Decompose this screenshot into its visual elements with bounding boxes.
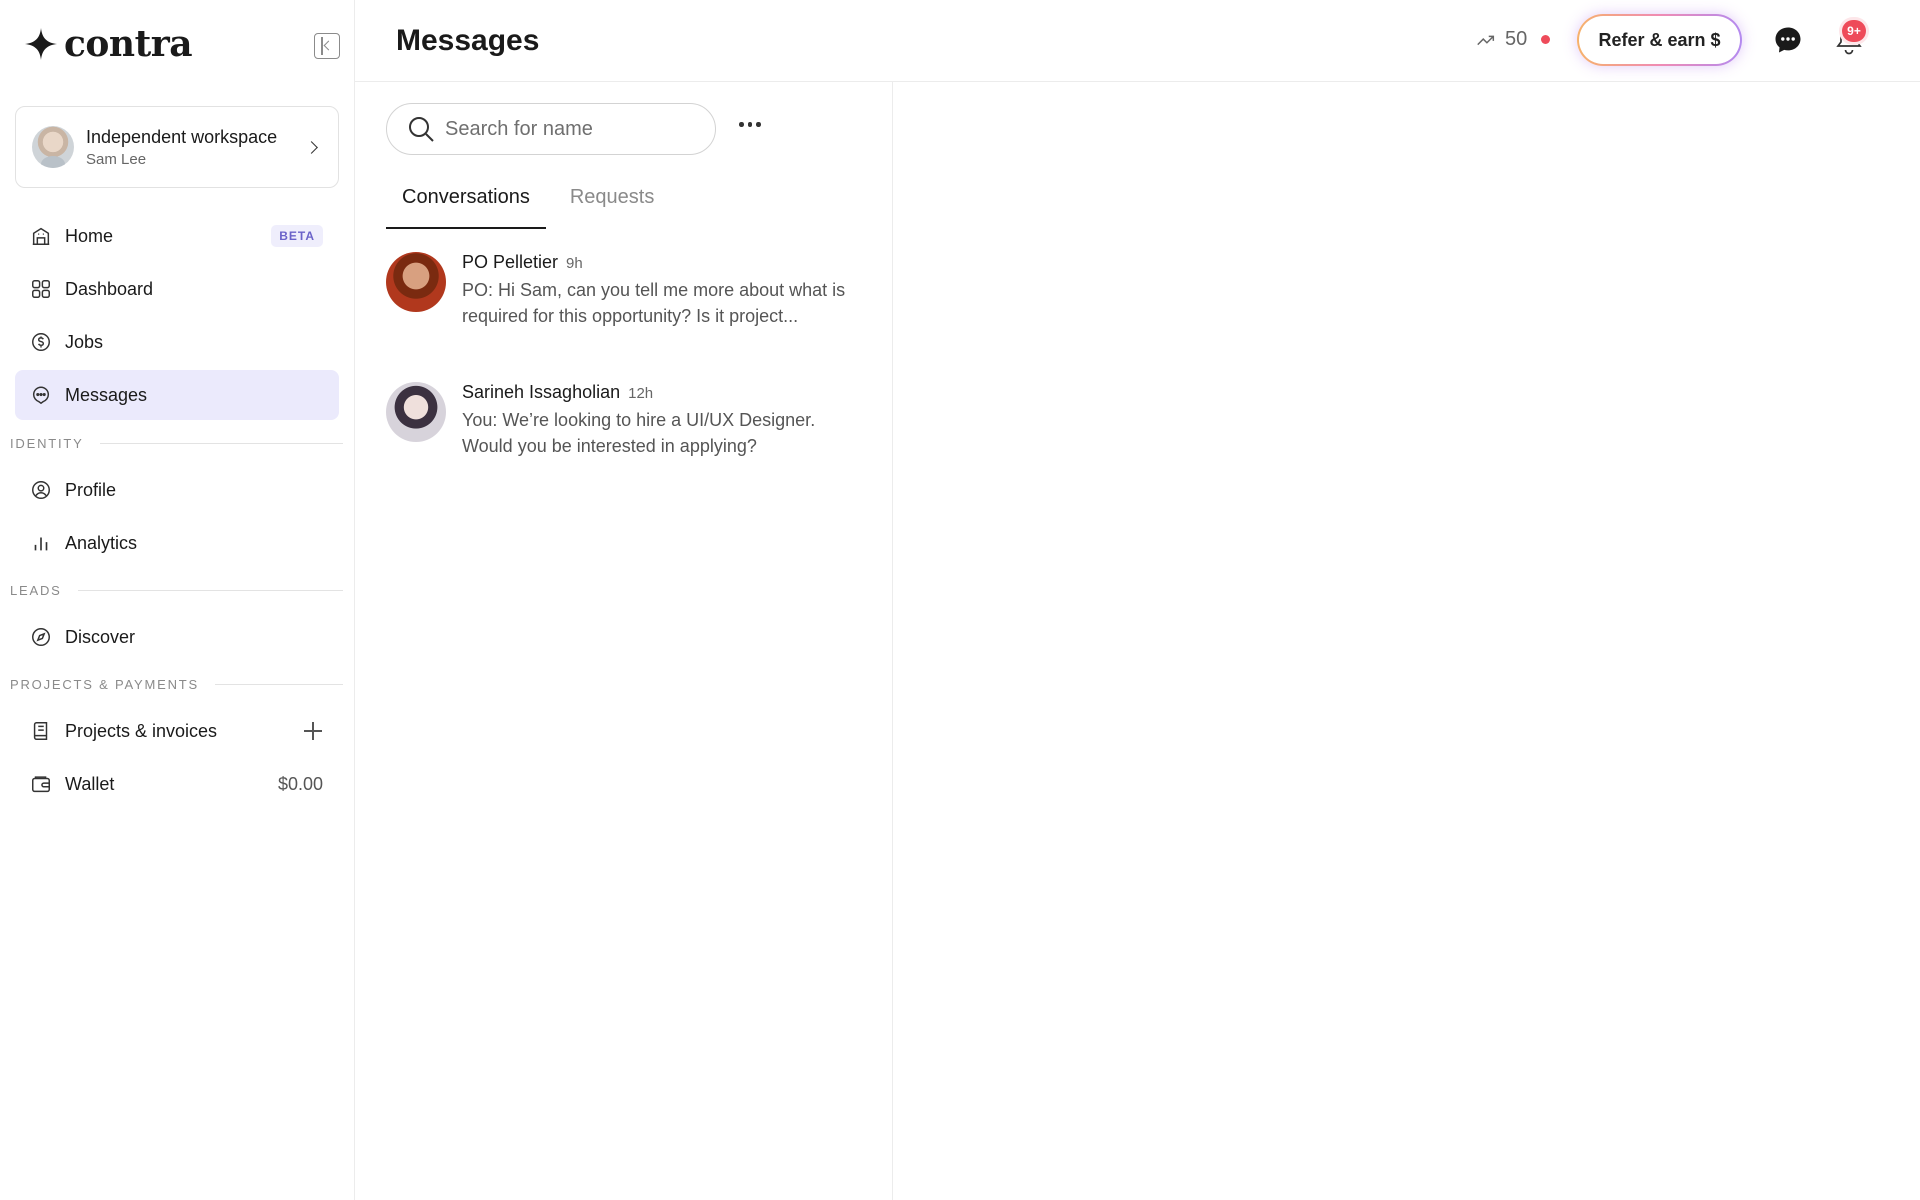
dot xyxy=(739,122,744,127)
collapse-sidebar-icon xyxy=(321,37,323,55)
tab-requests[interactable]: Requests xyxy=(554,178,671,229)
refer-earn-label: Refer & earn $ xyxy=(1579,16,1740,64)
status-dot xyxy=(1541,35,1551,44)
top-header: Messages 50 Refer & earn $ 9+ xyxy=(355,0,1920,82)
conversation-header: PO Pelletier 9h xyxy=(462,252,866,273)
user-circle-icon xyxy=(29,478,53,502)
compass-icon xyxy=(29,625,53,649)
invoice-icon xyxy=(29,719,53,743)
message-preview: You: We’re looking to hire a UI/UX Desig… xyxy=(462,410,816,456)
section-label-identity: IDENTITY xyxy=(10,436,343,451)
message-time: 12h xyxy=(628,385,654,402)
wallet-icon xyxy=(29,772,53,796)
conversations-panel: Conversations Requests PO Pelletier 9h P… xyxy=(355,82,893,1200)
divider xyxy=(99,443,343,444)
sidebar-item-wallet[interactable]: Wallet $0.00 xyxy=(15,759,339,809)
section-title: PROJECTS & PAYMENTS xyxy=(10,677,200,692)
contact-name: Sarineh Issagholian xyxy=(462,382,621,402)
sidebar-item-jobs[interactable]: Jobs xyxy=(15,317,339,367)
sidebar-item-label: Messages xyxy=(65,384,148,405)
chevron-right-icon xyxy=(305,140,318,154)
contra-logo[interactable]: contra xyxy=(24,23,193,65)
sidebar-item-label: Analytics xyxy=(65,532,138,553)
conversation-body: PO Pelletier 9h PO: Hi Sam, can you tell… xyxy=(462,252,866,329)
sidebar-item-label: Profile xyxy=(65,479,117,500)
sidebar-item-analytics[interactable]: Analytics xyxy=(15,518,339,568)
chevron-left-icon xyxy=(323,40,334,51)
message-bubble-icon xyxy=(29,383,53,407)
sparkle-logo-icon xyxy=(25,28,57,60)
streak-value: 50 xyxy=(1505,28,1528,50)
workspace-text: Independent workspace Sam Lee xyxy=(86,127,307,168)
section-title: LEADS xyxy=(10,583,62,598)
sidebar-item-label: Discover xyxy=(65,626,136,647)
message-tabs: Conversations Requests xyxy=(386,178,670,229)
streak-indicator[interactable]: 50 xyxy=(1475,28,1551,51)
avatar xyxy=(386,382,446,442)
bar-chart-icon xyxy=(29,531,53,555)
search-icon xyxy=(409,117,434,142)
chat-icon[interactable] xyxy=(1774,26,1802,54)
sidebar-item-dashboard[interactable]: Dashboard xyxy=(15,264,339,314)
home-icon xyxy=(29,224,53,248)
tab-conversations[interactable]: Conversations xyxy=(386,178,546,229)
sidebar-item-label: Wallet xyxy=(65,773,115,794)
sidebar-item-projects-invoices[interactable]: Projects & invoices xyxy=(15,706,339,756)
conversation-header: Sarineh Issagholian 12h xyxy=(462,382,866,403)
beta-badge: BETA xyxy=(271,225,323,247)
contact-name: PO Pelletier xyxy=(462,252,559,272)
dot xyxy=(747,122,752,127)
grid-icon xyxy=(29,277,53,301)
trending-up-icon xyxy=(1477,35,1495,45)
workspace-switcher[interactable]: Independent workspace Sam Lee xyxy=(15,106,339,188)
wallet-balance: $0.00 xyxy=(277,773,323,794)
message-preview: PO: Hi Sam, can you tell me more about w… xyxy=(462,280,846,326)
message-time: 9h xyxy=(566,255,583,272)
sidebar-item-messages[interactable]: Messages xyxy=(15,370,339,420)
page-title: Messages xyxy=(396,24,540,57)
search-field[interactable] xyxy=(386,103,716,155)
collapse-sidebar-button[interactable] xyxy=(314,33,340,59)
avatar xyxy=(386,252,446,312)
sidebar-item-discover[interactable]: Discover xyxy=(15,612,339,662)
avatar xyxy=(32,126,74,168)
sidebar-item-home[interactable]: Home BETA xyxy=(15,211,339,261)
conversation-item[interactable]: Sarineh Issagholian 12h You: We’re looki… xyxy=(386,382,866,459)
sidebar-item-label: Jobs xyxy=(65,331,104,352)
sidebar-item-profile[interactable]: Profile xyxy=(15,465,339,515)
divider xyxy=(77,590,343,591)
notification-count-badge: 9+ xyxy=(1842,20,1866,42)
workspace-title: Independent workspace xyxy=(86,126,278,147)
sidebar: contra Independent workspace Sam Lee Hom… xyxy=(0,0,355,1200)
message-detail-pane xyxy=(894,82,1920,1200)
section-title: IDENTITY xyxy=(10,436,84,451)
more-options-button[interactable] xyxy=(735,118,765,131)
dot xyxy=(756,122,761,127)
add-project-button[interactable] xyxy=(303,721,323,741)
section-label-projects-payments: PROJECTS & PAYMENTS xyxy=(10,677,343,692)
conversation-body: Sarineh Issagholian 12h You: We’re looki… xyxy=(462,382,866,459)
sidebar-item-label: Dashboard xyxy=(65,278,154,299)
divider xyxy=(215,684,343,685)
sidebar-item-label: Projects & invoices xyxy=(65,720,218,741)
search-input[interactable] xyxy=(445,117,685,141)
sidebar-item-label: Home xyxy=(65,225,114,246)
conversation-item[interactable]: PO Pelletier 9h PO: Hi Sam, can you tell… xyxy=(386,252,866,329)
brand-name: contra xyxy=(64,23,193,65)
workspace-user: Sam Lee xyxy=(86,150,147,168)
refer-earn-button[interactable]: Refer & earn $ xyxy=(1577,14,1742,66)
section-label-leads: LEADS xyxy=(10,583,343,598)
dollar-circle-icon xyxy=(29,330,53,354)
